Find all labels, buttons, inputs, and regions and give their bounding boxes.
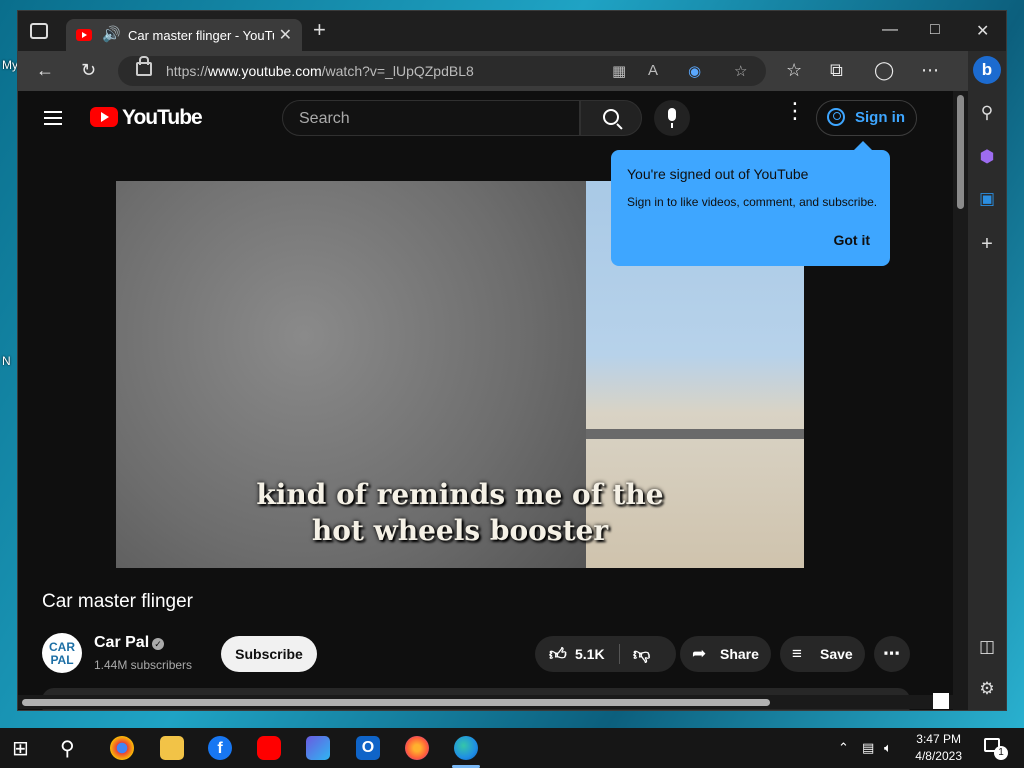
lock-icon[interactable] (136, 56, 152, 76)
vertical-scrollbar[interactable] (953, 91, 968, 710)
file-explorer-icon[interactable] (160, 736, 184, 760)
save-icon: ≡ (792, 644, 802, 663)
network-icon[interactable]: ▤ (862, 740, 874, 756)
sign-in-label: Sign in (855, 109, 905, 126)
share-label: Share (720, 646, 759, 662)
clock-date: 4/8/2023 (915, 749, 962, 763)
got-it-button[interactable]: Got it (833, 232, 870, 248)
edge-icon[interactable] (454, 736, 478, 760)
save-label: Save (820, 646, 853, 662)
youtube-page: YouTube ⋮ Sign in kind of reminds me of … (18, 91, 953, 710)
like-dislike-group: 👍︎ 5.1K 👎︎ (535, 636, 676, 672)
clock-time: 3:47 PM (916, 732, 961, 746)
more-actions-button[interactable]: ⋯ (874, 636, 910, 672)
voice-search-button[interactable] (654, 100, 690, 136)
outlook-icon[interactable]: ▣ (968, 189, 1006, 209)
verified-icon: ✓ (152, 638, 164, 650)
apps-icon[interactable]: ▦ (612, 62, 626, 80)
youtube-favicon-icon (76, 29, 92, 41)
youtube-logo-text[interactable]: YouTube (122, 106, 203, 130)
add-favorite-icon[interactable]: ☆ (734, 62, 747, 80)
taskbar-search-icon[interactable]: ⚲ (60, 736, 84, 760)
url-text[interactable]: https://www.youtube.com/watch?v=_lUpQZpd… (166, 63, 474, 79)
video-title: Car master flinger (42, 591, 193, 612)
tab-youtube[interactable]: 🔊 Car master flinger - YouTube ✕ (66, 19, 302, 51)
chevron-up-icon[interactable]: ⌃ (838, 740, 849, 756)
more-icon[interactable]: ⋯ (921, 60, 939, 81)
back-icon[interactable]: ← (36, 60, 54, 81)
scroll-corner (933, 693, 949, 709)
chrome-icon[interactable] (110, 736, 134, 760)
like-icon[interactable]: 👍︎ (549, 644, 567, 665)
channel-name[interactable]: Car Pal (94, 634, 149, 652)
close-window-button[interactable]: ✕ (976, 21, 989, 41)
like-divider (619, 644, 620, 664)
microphone-icon (668, 108, 676, 128)
settings-menu-icon[interactable]: ⋮ (784, 100, 806, 122)
minimize-button[interactable]: — (882, 21, 898, 39)
share-button[interactable]: ➦ Share (680, 636, 771, 672)
youtube-logo-icon[interactable] (90, 107, 118, 127)
share-icon: ➦ (692, 644, 707, 663)
speaker-icon[interactable]: 🔊 (102, 25, 121, 43)
split-screen-icon[interactable]: ◫ (968, 637, 1006, 657)
address-bar[interactable]: https://www.youtube.com/watch?v=_lUpQZpd… (118, 56, 766, 86)
youtube-app-icon[interactable] (257, 736, 281, 760)
start-icon[interactable]: ⊞ (12, 736, 36, 760)
add-icon[interactable]: + (968, 233, 1006, 256)
tab-title: Car master flinger - YouTube (128, 28, 274, 43)
video-caption: kind of reminds me of the hot wheels boo… (256, 478, 664, 547)
desktop-icon-label[interactable]: N (2, 354, 11, 368)
games-icon[interactable]: ⬢ (968, 147, 1006, 167)
maximize-button[interactable]: □ (930, 21, 940, 39)
video-frame-rail (586, 429, 804, 439)
app-icon[interactable] (306, 736, 330, 760)
search-input[interactable] (297, 109, 571, 129)
clock[interactable]: 3:47 PM 4/8/2023 (915, 731, 962, 765)
extension-icon[interactable]: ◉ (688, 62, 701, 80)
horizontal-scrollbar[interactable] (18, 695, 953, 709)
subscribe-button[interactable]: Subscribe (221, 636, 317, 672)
like-count[interactable]: 5.1K (575, 646, 605, 662)
browser-window: 🔊 Car master flinger - YouTube ✕ + — □ ✕… (17, 10, 1007, 711)
desktop-icon-label[interactable]: My (2, 58, 18, 72)
edge-sidebar: b ⚲ ⬢ ▣ + ◫ ⚙ (968, 51, 1006, 710)
search-box[interactable] (282, 100, 580, 136)
horizontal-scroll-thumb[interactable] (22, 699, 770, 706)
settings-icon[interactable]: ⚙ (968, 679, 1006, 699)
search-button[interactable] (580, 100, 642, 136)
dislike-icon[interactable]: 👎︎ (633, 644, 650, 665)
youtube-header: YouTube ⋮ Sign in (18, 91, 953, 147)
facebook-icon[interactable]: f (208, 736, 232, 760)
sign-in-button[interactable]: Sign in (816, 100, 917, 136)
account-icon (827, 108, 845, 126)
outlook-taskbar-icon[interactable]: O (356, 736, 380, 760)
browser-toolbar: ← ↻ https://www.youtube.com/watch?v=_lUp… (18, 51, 1006, 91)
tooltip-body: Sign in to like videos, comment, and sub… (627, 195, 878, 209)
signed-out-tooltip: You're signed out of YouTube Sign in to … (611, 141, 890, 266)
volume-icon[interactable]: 🔈︎ (884, 740, 892, 756)
tab-actions-icon[interactable] (30, 23, 48, 39)
tooltip-title: You're signed out of YouTube (627, 166, 809, 182)
read-aloud-icon[interactable]: A (648, 62, 658, 79)
search-icon (603, 109, 619, 125)
subscriber-count: 1.44M subscribers (94, 658, 193, 672)
search-icon[interactable]: ⚲ (968, 103, 1006, 123)
notification-badge: 1 (994, 746, 1008, 760)
collections-icon[interactable]: ⧉ (830, 60, 843, 81)
refresh-icon[interactable]: ↻ (81, 60, 96, 81)
bing-icon[interactable]: b (973, 56, 1001, 84)
taskbar: ⊞ ⚲ f O ⌃ ▤ 🔈︎ 3:47 PM 4/8/2023 1 (0, 728, 1024, 768)
firefox-icon[interactable] (405, 736, 429, 760)
vertical-scroll-thumb[interactable] (957, 95, 964, 209)
tab-strip: 🔊 Car master flinger - YouTube ✕ + — □ ✕ (18, 11, 1006, 51)
close-tab-icon[interactable]: ✕ (279, 25, 292, 45)
favorites-icon[interactable]: ☆ (786, 60, 802, 81)
save-button[interactable]: ≡ Save (780, 636, 865, 672)
menu-icon[interactable] (44, 111, 62, 125)
more-horizontal-icon: ⋯ (883, 644, 900, 663)
profile-icon[interactable]: ◯ (874, 60, 894, 81)
new-tab-button[interactable]: + (313, 19, 326, 41)
channel-avatar[interactable]: CAR PAL (42, 633, 82, 673)
